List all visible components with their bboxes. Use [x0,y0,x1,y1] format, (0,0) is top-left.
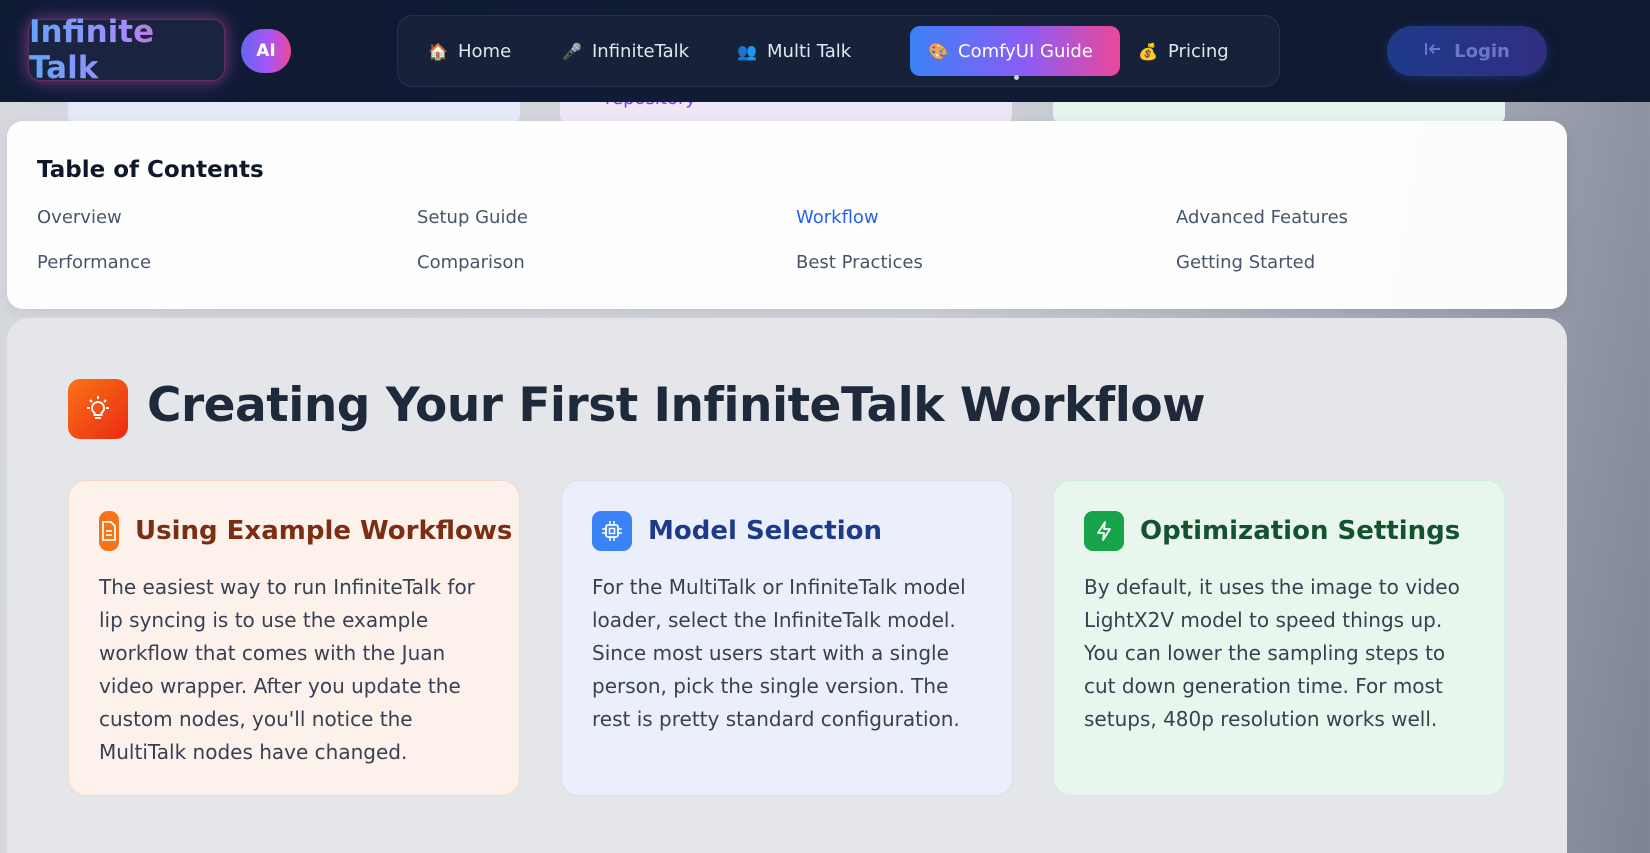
nav-item-multi-talk[interactable]: 👥 Multi Talk [719,26,869,76]
toc-title: Table of Contents [37,157,264,183]
nav-item-label: ComfyUI Guide [958,40,1093,62]
table-of-contents: Table of Contents Overview Setup Guide W… [7,121,1567,309]
nav-item-comfyui-guide[interactable]: 🎨 ComfyUI Guide [910,26,1120,76]
nav-item-label: Pricing [1168,40,1229,62]
lightbulb-icon [68,379,128,439]
people-icon: 👥 [737,41,757,61]
toc-link-advanced-features[interactable]: Advanced Features [1176,207,1348,228]
house-icon: 🏠 [428,41,448,61]
money-bag-icon: 💰 [1138,41,1158,61]
toc-link-performance[interactable]: Performance [37,252,151,273]
nav-item-label: Home [458,40,512,62]
card-model-selection: Model Selection For the MultiTalk or Inf… [561,480,1013,796]
toc-link-workflow[interactable]: Workflow [796,207,879,228]
ai-badge: AI [241,29,291,73]
login-button[interactable]: Login [1387,26,1547,76]
nav-item-infinitetalk[interactable]: 🎤 InfiniteTalk [544,26,707,76]
card-body: For the MultiTalk or InfiniteTalk model … [592,575,966,731]
chip-icon [592,511,632,551]
nav-item-label: InfiniteTalk [592,40,690,62]
active-indicator-dot [1014,75,1019,80]
site-logo[interactable]: Infinite Talk [28,14,225,86]
microphone-icon: 🎤 [562,41,582,61]
card-body: By default, it uses the image to video L… [1084,575,1460,731]
main-nav: 🏠 Home 🎤 InfiniteTalk 👥 Multi Talk 🎨 Com… [397,15,1280,87]
card-body: The easiest way to run InfiniteTalk for … [99,575,475,764]
card-optimization-settings: Optimization Settings By default, it use… [1053,480,1505,796]
login-label: Login [1454,40,1510,62]
document-icon [99,511,119,551]
card-title: Using Example Workflows [135,516,513,546]
card-example-workflows: Using Example Workflows The easiest way … [68,480,520,796]
nav-item-label: Multi Talk [767,40,852,62]
nav-item-home[interactable]: 🏠 Home [410,26,529,76]
top-navbar: Infinite Talk AI 🏠 Home 🎤 InfiniteTalk 👥… [0,0,1650,102]
card-title: Model Selection [648,516,882,546]
section-title: Creating Your First InfiniteTalk Workflo… [147,378,1206,433]
toc-link-overview[interactable]: Overview [37,207,122,228]
login-arrow-icon [1424,41,1442,62]
card-title: Optimization Settings [1140,516,1461,546]
toc-link-getting-started[interactable]: Getting Started [1176,252,1315,273]
toc-link-best-practices[interactable]: Best Practices [796,252,923,273]
toc-link-comparison[interactable]: Comparison [417,252,525,273]
palette-icon: 🎨 [928,41,948,61]
nav-item-pricing[interactable]: 💰 Pricing [1120,26,1247,76]
lightning-icon [1084,511,1124,551]
workflow-section: Creating Your First InfiniteTalk Workflo… [7,318,1567,853]
logo-text: Infinite Talk [29,14,224,86]
toc-link-setup-guide[interactable]: Setup Guide [417,207,528,228]
